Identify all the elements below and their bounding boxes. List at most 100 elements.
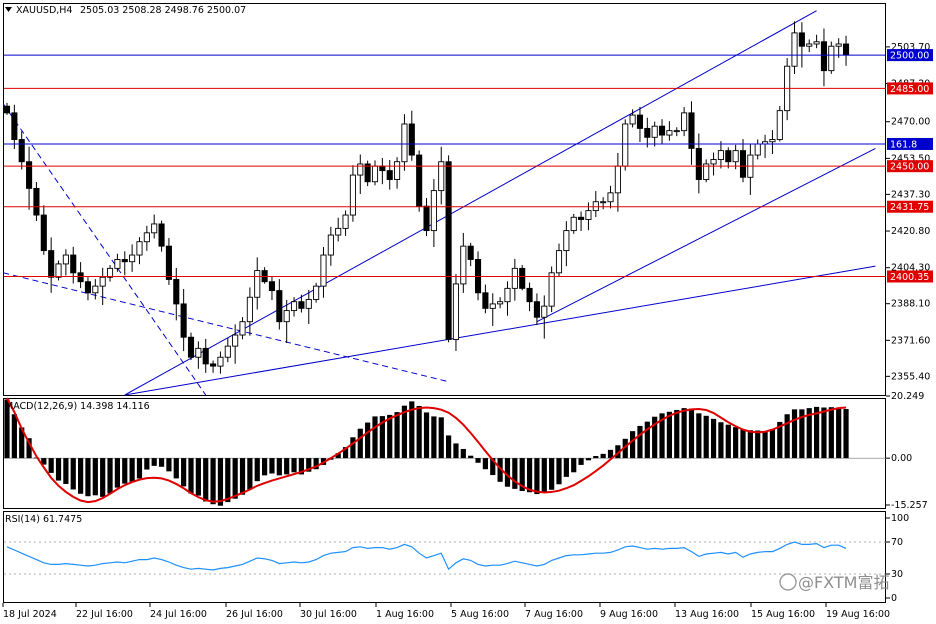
candle-body-bear xyxy=(121,259,128,263)
candle[interactable] xyxy=(622,119,629,171)
macd-histogram-bar xyxy=(136,458,143,479)
price-tick-label: 2420.80 xyxy=(891,226,930,237)
candle-body-bear xyxy=(445,161,452,340)
candle-body-bear xyxy=(77,272,84,283)
candle[interactable] xyxy=(776,105,783,142)
candle-body-bear xyxy=(578,216,585,220)
macd-histogram-bar xyxy=(637,425,643,459)
candle-body-bull xyxy=(497,301,504,305)
rsi-tick-label: 100 xyxy=(891,513,909,524)
candle-body-bull xyxy=(430,190,437,232)
symbol-label: XAUUSD,H4 xyxy=(16,5,72,16)
macd-histogram-bar xyxy=(188,458,194,494)
candle[interactable] xyxy=(548,266,555,313)
macd-tick-label: 20.249 xyxy=(891,391,924,402)
candle-body-bull xyxy=(460,245,467,285)
time-tick-label: 7 Aug 16:00 xyxy=(525,609,583,620)
level-price-tag-label: 2431.75 xyxy=(890,202,929,213)
macd-histogram-bar xyxy=(114,458,120,488)
candle-body-bull xyxy=(217,356,224,367)
time-tick-label: 30 Jul 16:00 xyxy=(300,609,357,620)
candle-body-bull xyxy=(828,45,835,72)
rsi-tick-label: 0 xyxy=(891,593,897,604)
candle-body-bear xyxy=(408,123,415,156)
macd-histogram-bar xyxy=(630,431,636,459)
macd-panel[interactable] xyxy=(3,398,886,509)
time-tick-label: 18 Jul 2024 xyxy=(3,609,57,620)
level-price-tag-label: 2400.35 xyxy=(890,272,929,283)
macd-tick-label: -15.257 xyxy=(891,500,928,511)
candle[interactable] xyxy=(452,274,460,352)
macd-histogram-bar xyxy=(276,458,282,476)
candle-body-bull xyxy=(342,214,349,229)
macd-tick-label: 0.00 xyxy=(891,453,912,464)
macd-histogram-bar xyxy=(475,458,481,463)
time-tick-label: 22 Jul 16:00 xyxy=(76,609,133,620)
candle-body-bull xyxy=(313,285,320,300)
candle-body-bull xyxy=(232,334,239,347)
candle[interactable] xyxy=(784,58,791,121)
candle-body-bull xyxy=(62,254,69,265)
candle-body-bear xyxy=(482,292,489,309)
candle[interactable] xyxy=(828,41,835,74)
macd-histogram-bar xyxy=(828,407,834,459)
macd-histogram-bar xyxy=(541,458,547,493)
candle-body-bull xyxy=(806,43,813,47)
candle-body-bear xyxy=(416,154,423,207)
macd-histogram-bar xyxy=(549,458,555,490)
macd-histogram-bar xyxy=(181,458,187,487)
candle-body-bear xyxy=(636,114,644,129)
macd-histogram-bar xyxy=(784,414,790,459)
time-tick-label: 26 Jul 16:00 xyxy=(226,609,283,620)
macd-histogram-bar xyxy=(70,458,76,490)
candle-body-bull xyxy=(357,163,364,176)
candle-body-bear xyxy=(276,290,283,323)
candle[interactable] xyxy=(519,265,526,291)
candle-body-bull xyxy=(769,139,776,143)
macd-histogram-bar xyxy=(666,411,672,459)
macd-histogram-bar xyxy=(512,458,518,489)
price-panel[interactable] xyxy=(3,3,886,396)
candle-body-bear xyxy=(798,32,805,47)
candle-body-bear xyxy=(158,223,165,247)
macd-histogram-bar xyxy=(48,458,54,473)
rsi-panel[interactable] xyxy=(3,511,886,603)
price-tick-label: 2388.10 xyxy=(891,299,930,310)
candle-body-bear xyxy=(11,112,18,140)
candle-body-bear xyxy=(386,170,393,180)
time-tick-label: 24 Jul 16:00 xyxy=(150,609,207,620)
trading-chart[interactable]: 2503.702487.202470.002453.502437.302420.… xyxy=(0,0,936,624)
macd-histogram-bar xyxy=(210,458,216,505)
candle-body-bear xyxy=(33,187,40,216)
candle[interactable] xyxy=(313,282,320,303)
macd-histogram-bar xyxy=(733,427,739,459)
candle-body-bull xyxy=(320,254,327,287)
macd-histogram-bar xyxy=(843,409,849,459)
macd-histogram-bar xyxy=(151,458,157,466)
candle-body-bull xyxy=(673,130,680,133)
candle[interactable] xyxy=(55,260,62,281)
candle[interactable] xyxy=(445,155,452,343)
price-tick-label: 2470.00 xyxy=(891,117,930,128)
candle-body-bull xyxy=(555,250,563,274)
time-tick-label: 5 Aug 16:00 xyxy=(451,609,509,620)
candle[interactable] xyxy=(570,213,577,234)
candle-body-bull xyxy=(224,345,231,358)
candle-body-bear xyxy=(658,125,666,136)
candle-body-bull xyxy=(99,276,106,287)
candle-body-bull xyxy=(548,272,555,307)
candle[interactable] xyxy=(416,150,423,212)
macd-histogram-bar xyxy=(438,417,444,459)
candle-body-bull xyxy=(151,223,158,234)
candle-body-bull xyxy=(55,263,62,278)
macd-histogram-bar xyxy=(718,422,724,459)
candle-body-bull xyxy=(754,143,761,156)
candle-body-bear xyxy=(526,287,533,303)
price-tick-label: 2437.30 xyxy=(891,189,930,200)
macd-histogram-bar xyxy=(526,458,533,493)
candle-body-bull xyxy=(504,287,511,303)
macd-histogram-bar xyxy=(394,412,400,459)
candle-body-bear xyxy=(820,41,828,72)
macd-histogram-bar xyxy=(365,422,371,459)
candle-body-bull xyxy=(254,270,261,298)
